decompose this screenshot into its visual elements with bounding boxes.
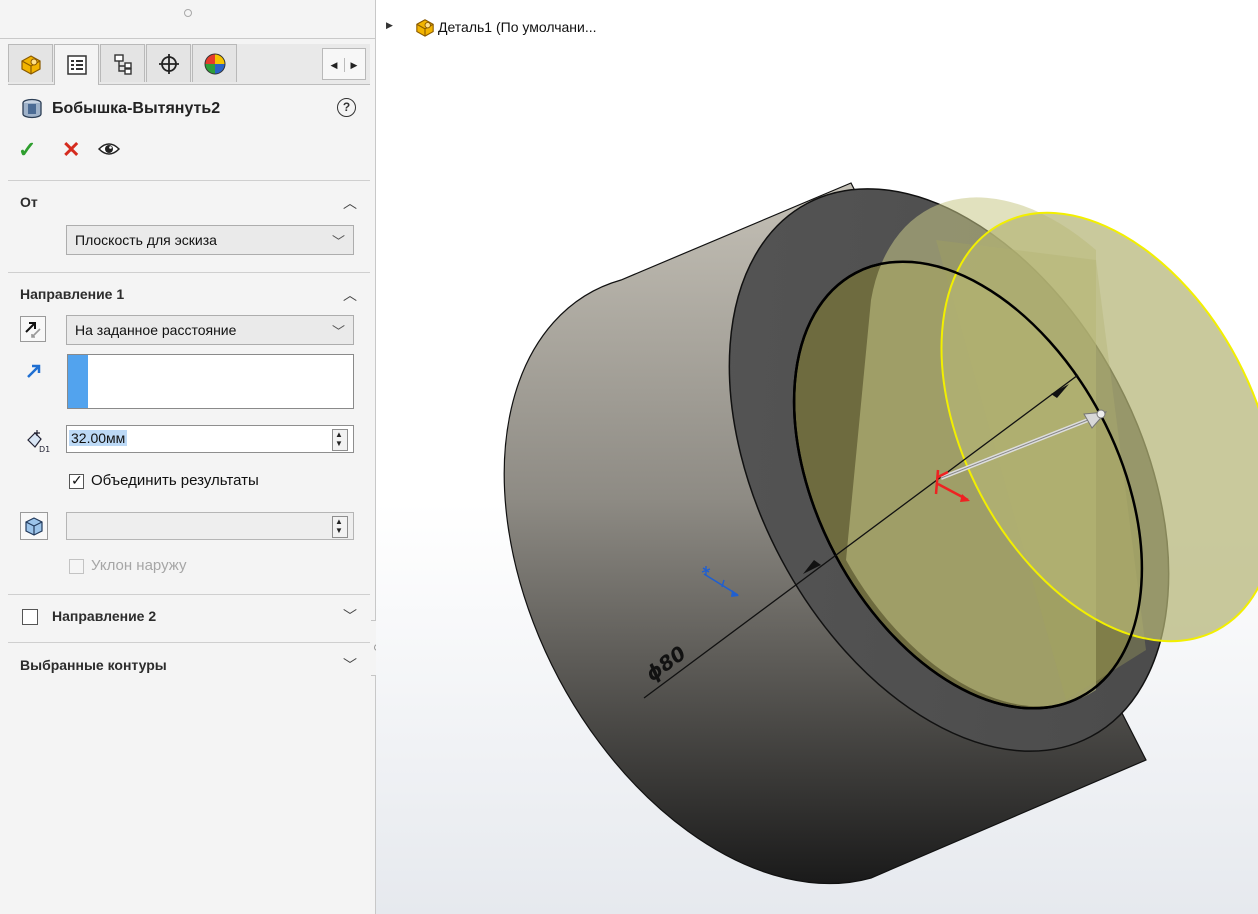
depth-stepper[interactable]: ▲ ▼ bbox=[332, 429, 348, 451]
chevron-down-icon: ﹀ bbox=[331, 324, 345, 339]
part-icon bbox=[20, 54, 41, 75]
configuration-manager-icon bbox=[113, 53, 132, 75]
tab-scroll-left-icon[interactable]: ◀ bbox=[324, 58, 345, 72]
dimxpert-icon bbox=[158, 53, 179, 74]
eye-icon bbox=[97, 143, 121, 155]
property-manager-icon bbox=[66, 55, 87, 75]
property-manager-panel: ◀ ▶ Бобышка-Вытянуть2 ? ✓ ✕ От ︿ Плоскос… bbox=[0, 0, 376, 914]
tab-property-manager[interactable] bbox=[54, 44, 99, 85]
merge-result-label: Объединить результаты bbox=[91, 472, 259, 489]
ok-button[interactable]: ✓ bbox=[18, 137, 36, 163]
divider bbox=[8, 180, 370, 181]
reverse-direction-icon bbox=[25, 322, 41, 338]
chevron-down-icon[interactable]: ﹀ bbox=[343, 606, 357, 626]
chevron-up-icon[interactable]: ︿ bbox=[343, 285, 357, 305]
tab-scroll-buttons: ◀ ▶ bbox=[322, 48, 366, 80]
chevron-down-icon[interactable]: ﹀ bbox=[343, 655, 357, 675]
tab-configuration-manager[interactable] bbox=[100, 44, 145, 82]
action-buttons: ✓ ✕ bbox=[18, 137, 168, 163]
display-manager-icon bbox=[204, 53, 225, 74]
panel-grip-handle[interactable] bbox=[184, 9, 192, 17]
feature-title-row: Бобышка-Вытянуть2 ? bbox=[20, 97, 360, 123]
selection-focus-bar bbox=[68, 355, 88, 408]
end-condition-value: На заданное расстояние bbox=[75, 322, 237, 338]
from-start-condition-value: Плоскость для эскиза bbox=[75, 232, 217, 248]
direction2-checkbox[interactable] bbox=[22, 609, 38, 625]
direction-of-extrusion-icon bbox=[27, 364, 41, 378]
depth-dimension-icon: D1 bbox=[27, 430, 50, 454]
divider bbox=[8, 272, 370, 273]
model-3d-view[interactable]: ϕ80 bbox=[376, 0, 1258, 914]
tab-dimxpert-manager[interactable] bbox=[146, 44, 191, 82]
chevron-up-icon[interactable]: ︿ bbox=[343, 193, 357, 213]
from-start-condition-select[interactable]: Плоскость для эскиза ﹀ bbox=[66, 225, 354, 255]
feature-title: Бобышка-Вытянуть2 bbox=[52, 100, 221, 117]
reverse-direction-button[interactable] bbox=[20, 316, 46, 342]
section-direction2-header[interactable]: Направление 2 bbox=[52, 608, 156, 624]
tab-scroll-right-icon[interactable]: ▶ bbox=[344, 58, 364, 72]
draft-outward-checkbox[interactable] bbox=[69, 559, 84, 574]
detailed-preview-button[interactable] bbox=[97, 142, 121, 161]
tab-display-manager[interactable] bbox=[192, 44, 237, 82]
section-from-header[interactable]: От bbox=[20, 194, 38, 210]
help-icon[interactable]: ? bbox=[337, 98, 356, 117]
manager-tabs: ◀ ▶ bbox=[0, 38, 375, 85]
draft-icon bbox=[25, 517, 43, 536]
svg-text:D1: D1 bbox=[39, 445, 50, 454]
divider bbox=[8, 642, 370, 643]
depth-value: 32.00мм bbox=[69, 430, 128, 446]
merge-result-checkbox[interactable] bbox=[69, 472, 84, 489]
section-direction1-header[interactable]: Направление 1 bbox=[20, 286, 124, 302]
section-selected-contours-header[interactable]: Выбранные контуры bbox=[20, 657, 167, 673]
depth-input[interactable]: 32.00мм ▲ ▼ bbox=[66, 425, 354, 453]
tab-feature-manager[interactable] bbox=[8, 44, 53, 82]
boss-extrude-icon bbox=[22, 98, 42, 119]
end-condition-select[interactable]: На заданное расстояние ﹀ bbox=[66, 315, 354, 345]
chevron-down-icon: ﹀ bbox=[331, 234, 345, 249]
draft-toggle-button[interactable] bbox=[20, 512, 48, 540]
graphics-viewport[interactable]: ▶ Деталь1 (По умолчани... ϕ80 bbox=[376, 0, 1258, 914]
draft-angle-input[interactable]: ▲ ▼ bbox=[66, 512, 354, 540]
direction-selection-box[interactable] bbox=[67, 354, 354, 409]
draft-angle-stepper[interactable]: ▲ ▼ bbox=[332, 516, 348, 538]
divider bbox=[8, 594, 370, 595]
cancel-button[interactable]: ✕ bbox=[62, 137, 80, 163]
draft-outward-label: Уклон наружу bbox=[91, 557, 187, 574]
